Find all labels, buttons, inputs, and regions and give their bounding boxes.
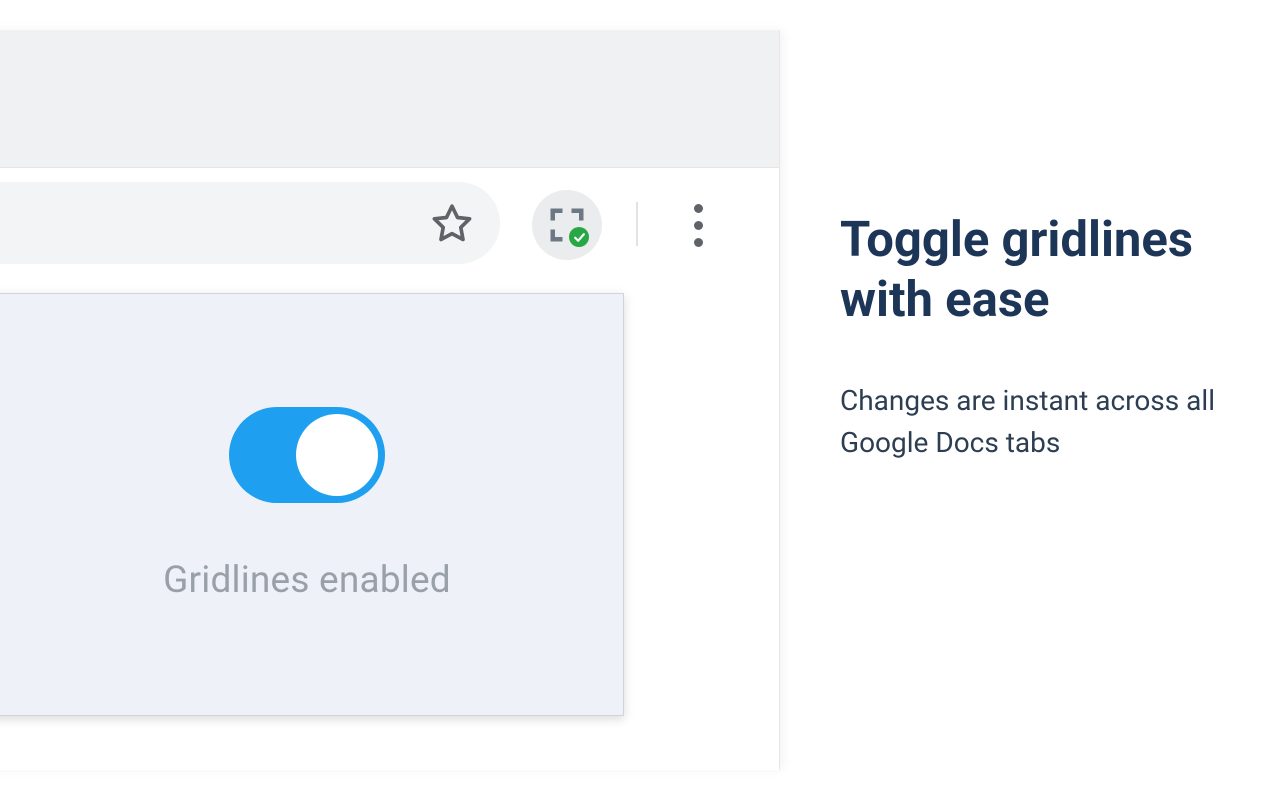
browser-toolbar — [0, 168, 779, 293]
browser-menu-button[interactable] — [672, 190, 724, 260]
promo-copy: Toggle gridlines with ease Changes are i… — [840, 210, 1240, 464]
crop-corners-icon — [549, 207, 585, 243]
browser-window: Gridlines enabled — [0, 30, 780, 770]
bookmark-star-icon[interactable] — [430, 201, 474, 245]
address-bar[interactable] — [0, 182, 500, 264]
checkmark-badge-icon — [569, 227, 589, 247]
toolbar-divider — [636, 202, 638, 246]
gridlines-toggle[interactable] — [229, 407, 385, 503]
extension-popup: Gridlines enabled — [0, 293, 624, 716]
toggle-knob — [296, 414, 378, 496]
toggle-status-label: Gridlines enabled — [163, 559, 451, 602]
promo-subtitle: Changes are instant across all Google Do… — [840, 380, 1240, 464]
kebab-icon — [694, 200, 703, 251]
extension-button[interactable] — [532, 190, 602, 260]
promo-title: Toggle gridlines with ease — [840, 210, 1240, 330]
promo-screenshot: Gridlines enabled Toggle gridlines with … — [0, 0, 1280, 800]
browser-tab-strip — [0, 30, 779, 168]
